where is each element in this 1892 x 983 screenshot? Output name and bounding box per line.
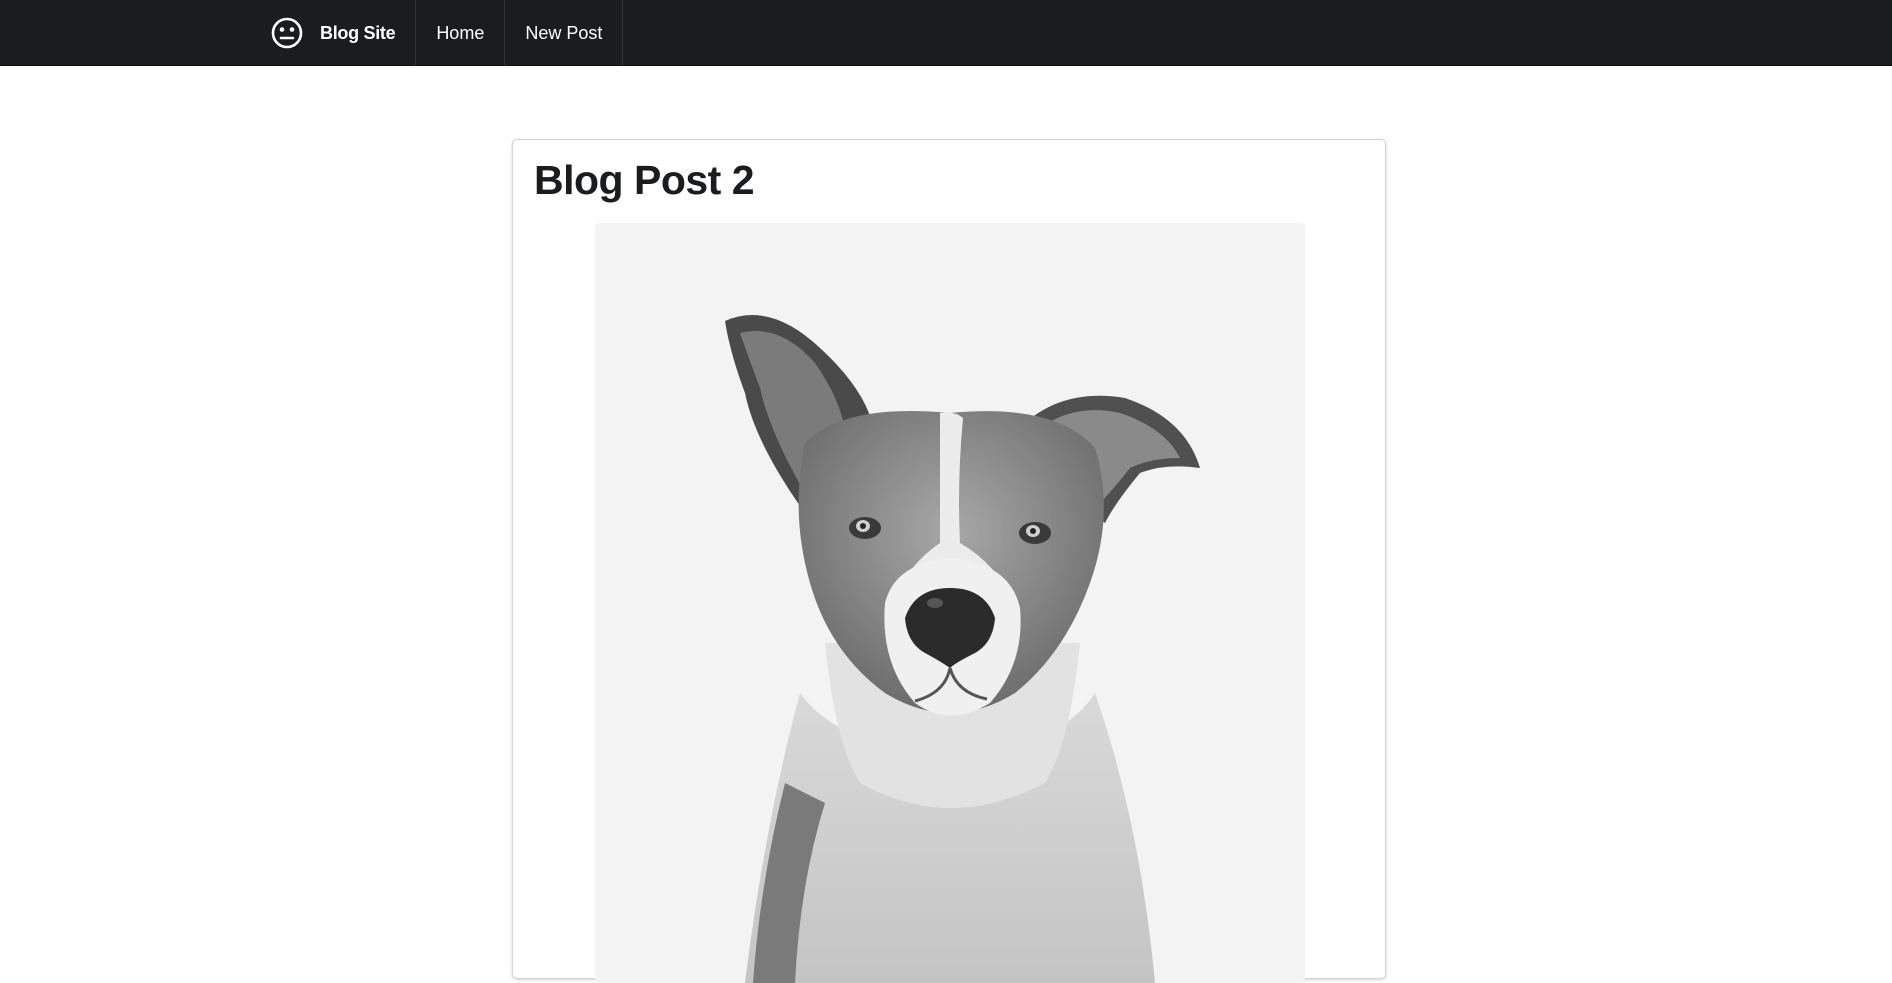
post-image <box>595 223 1305 983</box>
brand-label: Blog Site <box>320 22 396 43</box>
top-navbar: Blog Site Home New Post <box>0 0 1892 66</box>
nav-item-new-post-label: New Post <box>525 22 603 43</box>
blog-post-card: Blog Post 2 <box>512 139 1386 983</box>
post-title: Blog Post 2 <box>534 157 755 203</box>
nav-item-new-post[interactable]: New Post <box>505 0 624 66</box>
meh-face-icon <box>270 16 304 50</box>
dog-photo <box>595 223 1305 983</box>
nav-item-home-label: Home <box>436 22 485 43</box>
nav-menu: Blog Site Home New Post <box>256 0 624 66</box>
brand-link[interactable]: Blog Site <box>256 0 417 66</box>
nav-item-home[interactable]: Home <box>416 0 506 66</box>
